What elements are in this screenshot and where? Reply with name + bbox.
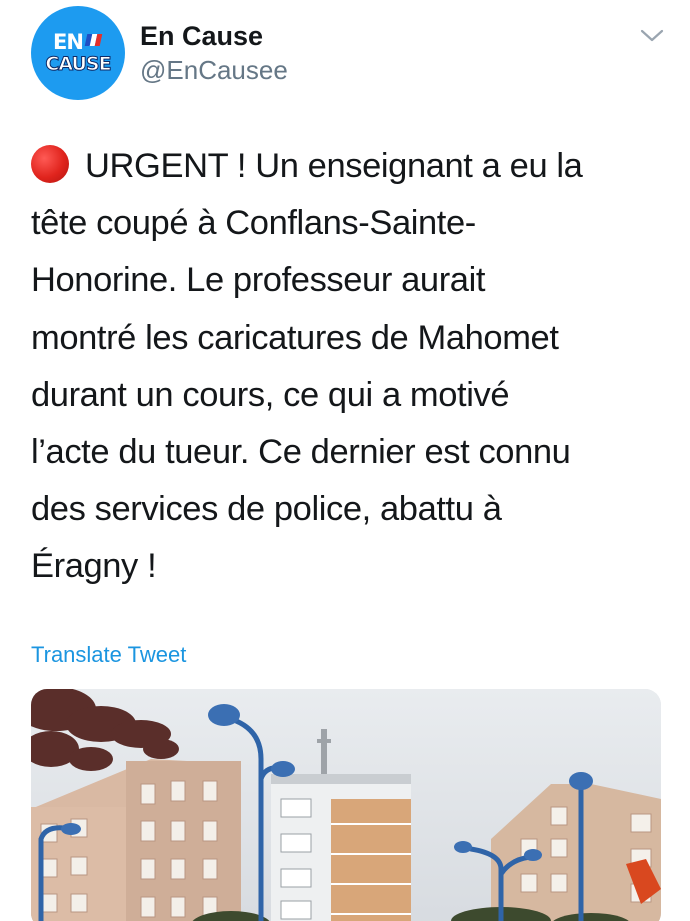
tweet-text-line-3: Honorine. Le professeur aurait — [31, 261, 486, 300]
avatar[interactable]: EN CAUSE — [31, 6, 125, 100]
translate-tweet-link[interactable]: Translate Tweet — [31, 641, 186, 669]
tweet-text-line-6: l’acte du tueur. Ce dernier est connu — [31, 433, 571, 472]
tweet-text-line-5: durant un cours, ce qui a motivé — [31, 375, 510, 414]
tweet-text-line-4: montré les caricatures de Mahomet — [31, 318, 559, 357]
avatar-line1: EN — [53, 29, 103, 54]
avatar-text-en: EN — [53, 29, 84, 54]
photo-buildings-illustration — [31, 689, 661, 921]
tweet-text-line-8: Éragny ! — [31, 547, 157, 586]
tweet-media-photo[interactable] — [31, 689, 661, 921]
tweet-card: EN CAUSE En Cause @EnCausee URGENT ! Un … — [0, 0, 690, 921]
red-circle-icon — [31, 145, 69, 183]
french-flag-icon — [84, 33, 103, 46]
user-handle[interactable]: @EnCausee — [140, 54, 288, 86]
tweet-text-line-7: des services de police, abattu à — [31, 490, 502, 529]
tweet-text-line-2: tête coupé à Conflans-Sainte- — [31, 204, 476, 243]
avatar-text-cause: CAUSE — [45, 52, 112, 75]
display-name[interactable]: En Cause — [140, 20, 263, 52]
chevron-down-icon[interactable] — [638, 24, 666, 48]
tweet-text-line-1: URGENT ! Un enseignant a eu la — [31, 138, 671, 195]
tweet-text: URGENT ! Un enseignant a eu la tête coup… — [31, 138, 671, 596]
